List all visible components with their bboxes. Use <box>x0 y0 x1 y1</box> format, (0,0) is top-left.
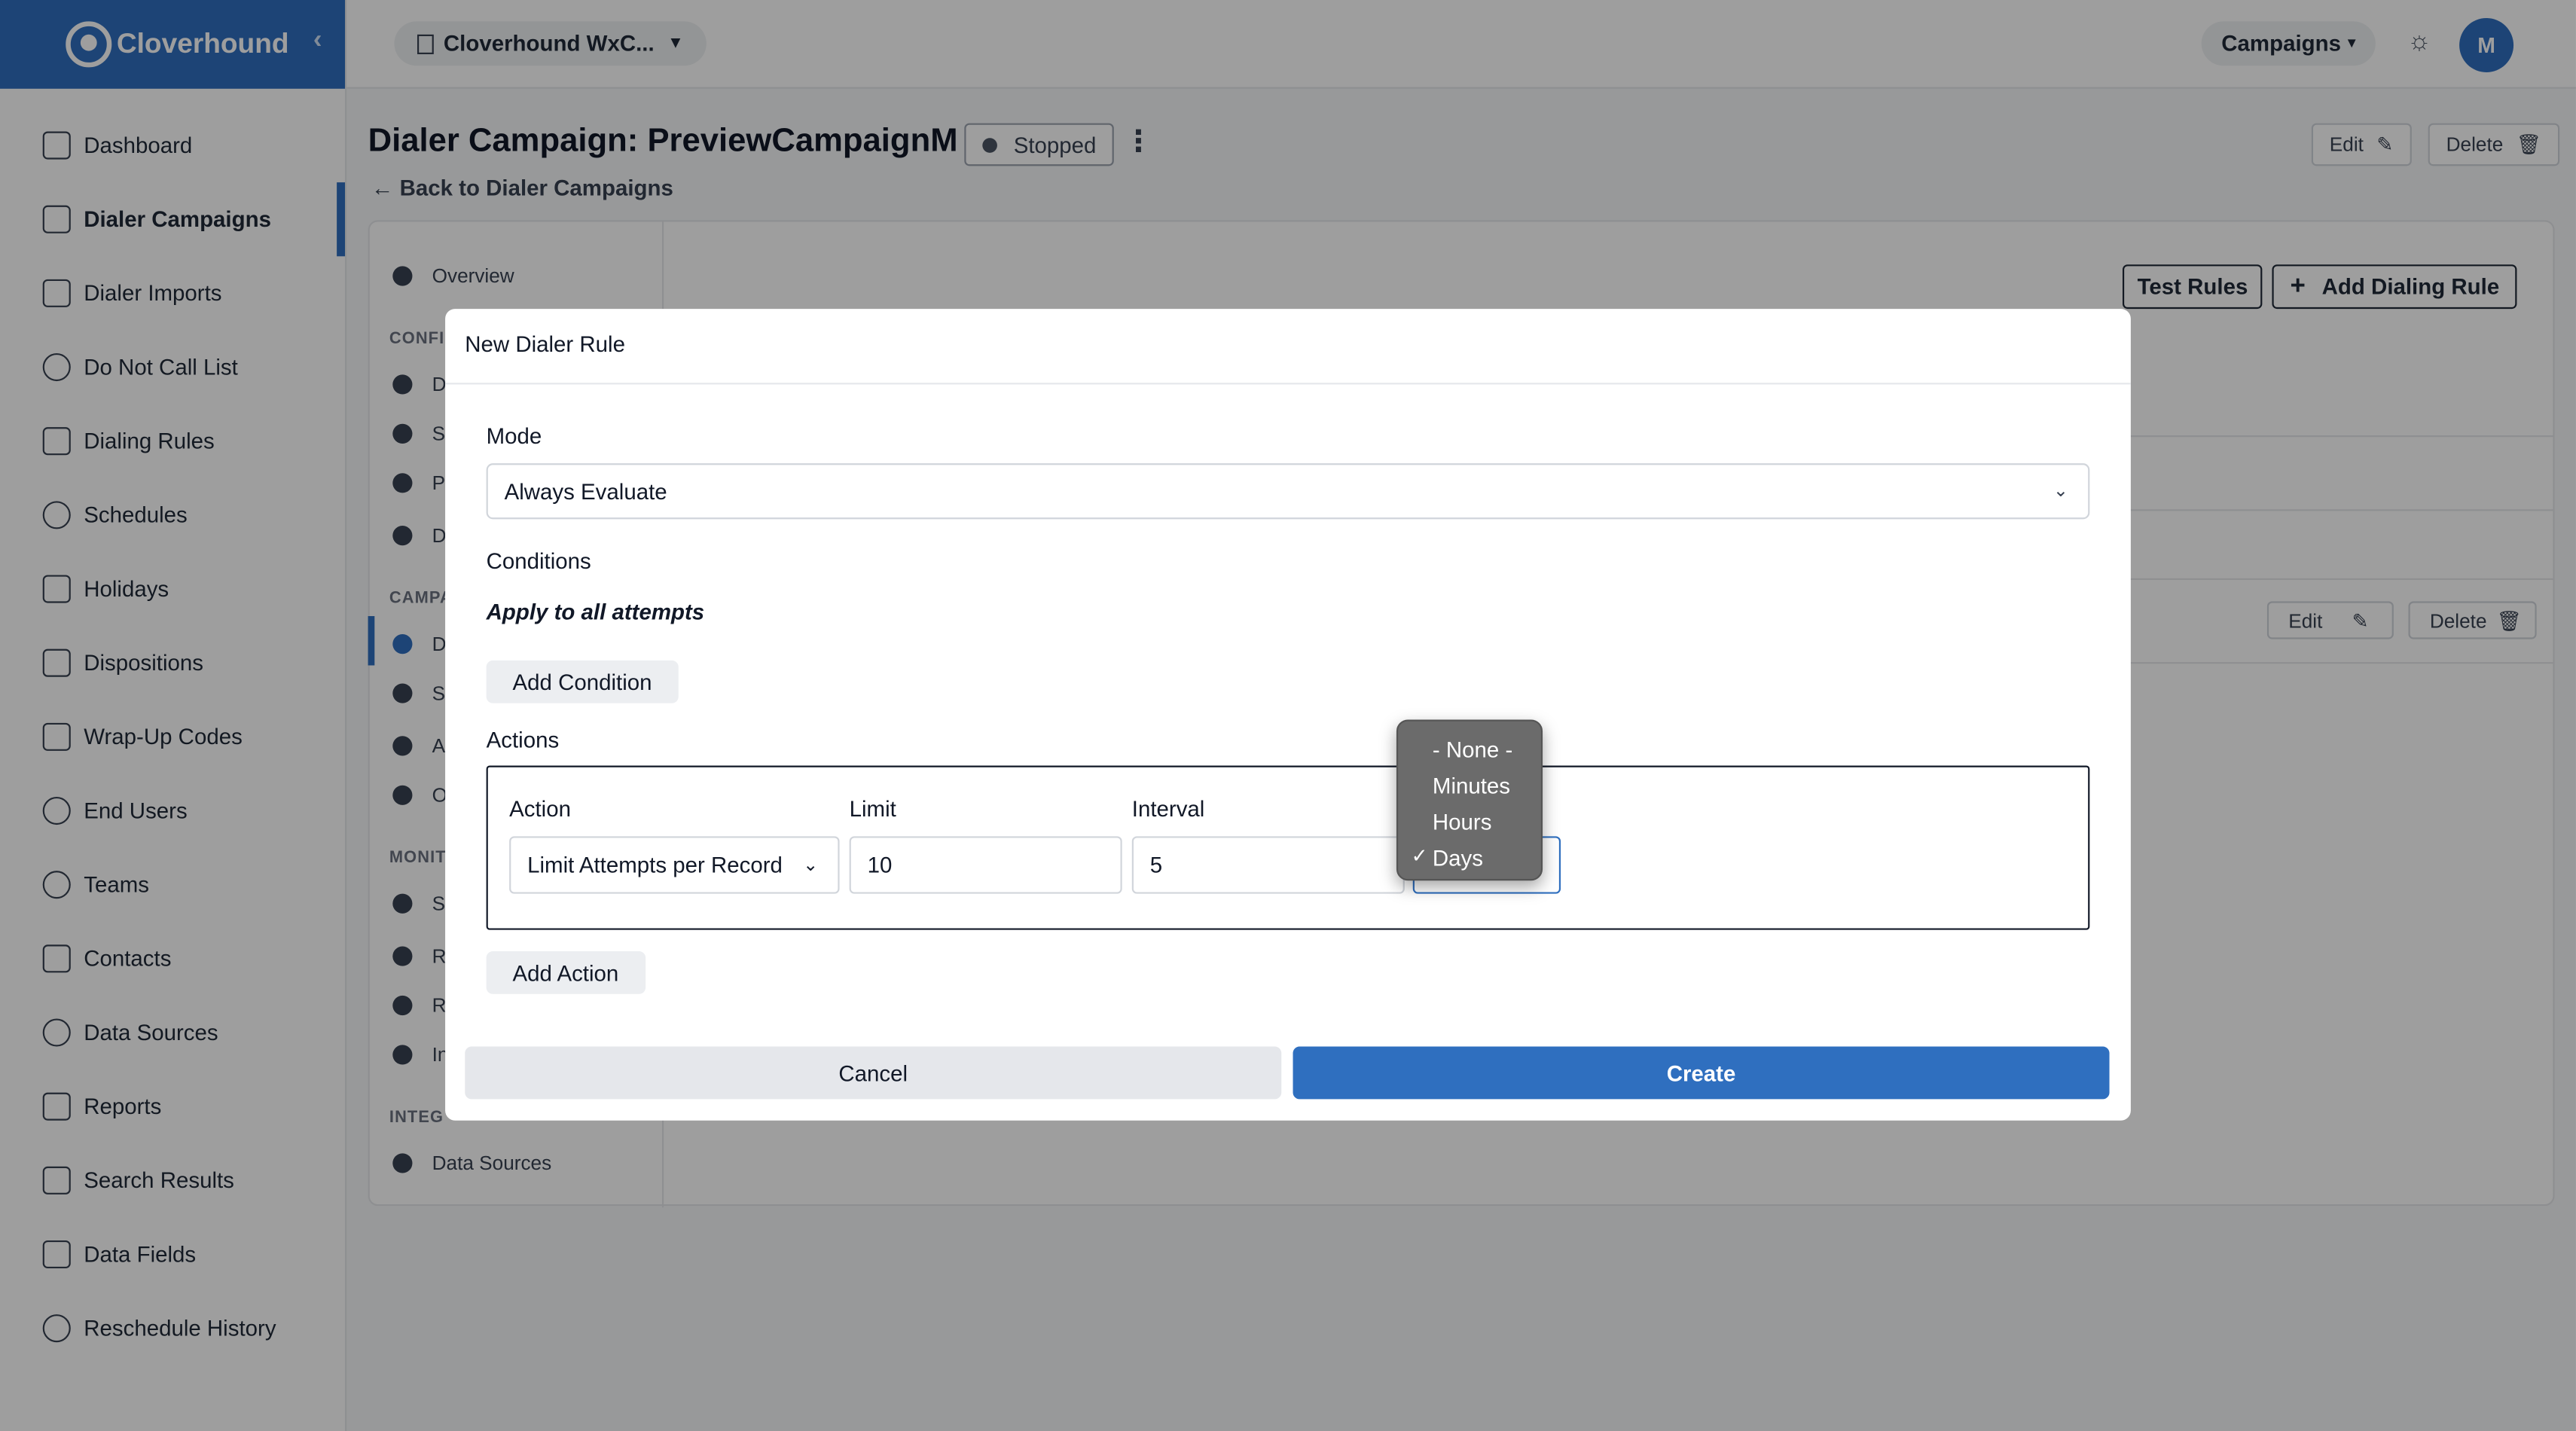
add-action-button[interactable]: Add Action <box>486 951 646 994</box>
mode-select-value: Always Evaluate <box>504 478 667 504</box>
limit-input[interactable]: 10 <box>849 836 1122 894</box>
modal-title: New Dialer Rule <box>465 331 626 357</box>
checkmark-icon: ✓ <box>1411 844 1428 868</box>
conditions-label: Conditions <box>486 548 591 574</box>
interval-column-label: Interval <box>1131 796 1205 822</box>
actions-label: Actions <box>486 728 560 753</box>
limit-column-label: Limit <box>849 796 896 822</box>
mode-label: Mode <box>486 423 542 449</box>
dropdown-option-none[interactable]: - None - <box>1398 731 1541 767</box>
mode-select[interactable]: Always Evaluate ⌄ <box>486 463 2090 520</box>
interval-input[interactable]: 5 <box>1131 836 1405 894</box>
chevron-down-icon: ⌄ <box>2053 481 2069 502</box>
action-column-label: Action <box>509 796 572 822</box>
dropdown-option-days[interactable]: ✓ Days <box>1398 840 1541 876</box>
add-condition-button[interactable]: Add Condition <box>486 660 679 703</box>
action-row: Action Limit Interval Limit Attempts per… <box>486 765 2090 930</box>
apply-to-all-note: Apply to all attempts <box>486 600 705 624</box>
action-type-select[interactable]: Limit Attempts per Record ⌄ <box>509 836 840 894</box>
interval-unit-dropdown: - None - Minutes Hours ✓ Days <box>1396 719 1543 881</box>
new-dialer-rule-modal: New Dialer Rule Mode Always Evaluate ⌄ C… <box>445 309 2131 1121</box>
cancel-button[interactable]: Cancel <box>465 1046 1282 1100</box>
dropdown-option-hours[interactable]: Hours <box>1398 804 1541 840</box>
divider <box>445 383 2131 385</box>
create-button[interactable]: Create <box>1293 1046 2110 1100</box>
dropdown-option-minutes[interactable]: Minutes <box>1398 767 1541 804</box>
chevron-down-icon: ⌄ <box>803 856 819 876</box>
